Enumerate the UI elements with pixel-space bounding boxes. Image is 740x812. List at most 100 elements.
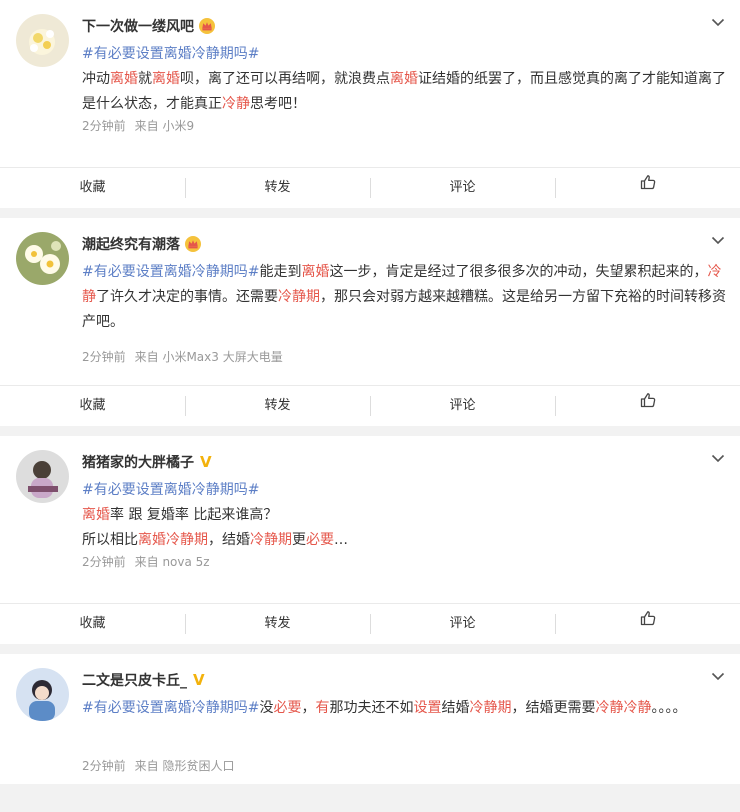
collect-button[interactable]: 收藏 [0, 168, 185, 208]
repost-button[interactable]: 转发 [185, 604, 370, 644]
text-segment: ，结婚更需要 [511, 700, 596, 716]
text-segment: 所以相比 [82, 532, 138, 548]
post-time: 2分钟前 [82, 555, 126, 569]
avatar[interactable] [16, 14, 69, 67]
topic-link[interactable]: #有必要设置离婚冷静期吗# [82, 700, 259, 716]
text-segment: 。。。。 [651, 700, 687, 716]
user-name[interactable]: 猪猪家的大胖橘子 [82, 452, 194, 472]
user-name[interactable]: 潮起终究有潮落 [82, 234, 180, 254]
name-row: 潮起终究有潮落 [82, 234, 201, 254]
weibo-post: 二文是只皮卡丘_ V #有必要设置离婚冷静期吗#没必要，有那功夫还不如设置结婚冷静期… [0, 654, 740, 784]
text-segment: 这一步，肯定是经过了很多很多次的冲动，失望累积起来的， [329, 264, 708, 280]
post-meta: 2分钟前 来自 nova 5z [82, 553, 210, 570]
post-body: 潮起终究有潮落 #有必要设置离婚冷静期吗#能走到离婚这一步，肯定是经过了很多很多次… [0, 218, 740, 385]
user-name[interactable]: 下一次做一缕风吧 [82, 16, 194, 36]
post-meta: 2分钟前 来自 隐形贫困人口 [82, 757, 234, 774]
post-time: 2分钟前 [82, 759, 126, 773]
like-button[interactable] [555, 604, 740, 644]
keyword-highlight: 离婚 [82, 507, 110, 523]
weibo-post: 潮起终究有潮落 #有必要设置离婚冷静期吗#能走到离婚这一步，肯定是经过了很多很多次… [0, 218, 740, 426]
post-source: 来自 nova 5z [134, 555, 210, 569]
keyword-highlight: 离婚 [390, 71, 418, 87]
keyword-highlight: 离婚冷静期 [138, 532, 208, 548]
action-bar: 收藏 转发 评论 [0, 385, 740, 426]
repost-button[interactable]: 转发 [185, 168, 370, 208]
name-row: 猪猪家的大胖橘子 V [82, 452, 212, 472]
keyword-highlight: 冷静期 [250, 532, 292, 548]
text-segment: 能走到 [259, 264, 302, 280]
post-meta: 2分钟前 来自 小米9 [82, 117, 194, 134]
weibo-post: 猪猪家的大胖橘子 V #有必要设置离婚冷静期吗# 离婚率 跟 复婚率 比起来谁高？ 所以… [0, 436, 740, 644]
post-body: 下一次做一缕风吧 #有必要设置离婚冷静期吗# 冲动离婚就离婚呗，离了还可以再结啊，就… [0, 0, 740, 167]
thumbs-up-icon [639, 168, 657, 208]
keyword-highlight: 有 [315, 700, 330, 716]
text-segment: 呗，离了还可以再结啊，就浪费点 [180, 71, 390, 87]
keyword-highlight: 必要 [306, 532, 334, 548]
thumbs-up-icon [639, 386, 657, 426]
text-paragraph: #有必要设置离婚冷静期吗#能走到离婚这一步，肯定是经过了很多很多次的冲动，失望累… [82, 260, 726, 335]
chevron-down-icon[interactable] [710, 232, 726, 248]
text-segment: 率 跟 复婚率 比起来谁高？ [110, 507, 278, 523]
post-time: 2分钟前 [82, 119, 126, 133]
avatar[interactable] [16, 450, 69, 503]
keyword-highlight: 冷静期 [278, 289, 320, 305]
comment-button[interactable]: 评论 [370, 604, 555, 644]
keyword-highlight: 离婚 [110, 71, 138, 87]
text-segment: 了许久才决定的事情。还需要 [96, 289, 278, 305]
topic-link[interactable]: #有必要设置离婚冷静期吗# [82, 264, 259, 280]
chevron-down-icon[interactable] [710, 668, 726, 684]
name-row: 二文是只皮卡丘_ V [82, 670, 205, 690]
thumbs-up-icon [639, 604, 657, 644]
avatar[interactable] [16, 668, 69, 721]
action-bar: 收藏 转发 评论 [0, 167, 740, 208]
keyword-highlight: 设置 [413, 700, 442, 716]
avatar[interactable] [16, 232, 69, 285]
text-segment: 没 [259, 700, 274, 716]
crown-icon [199, 18, 215, 34]
text-segment: 思考吧！ [250, 96, 306, 112]
post-text: #有必要设置离婚冷静期吗#能走到离婚这一步，肯定是经过了很多很多次的冲动，失望累… [82, 260, 726, 335]
topic-link[interactable]: #有必要设置离婚冷静期吗# [82, 46, 259, 62]
text-line: #有必要设置离婚冷静期吗# [82, 478, 726, 503]
post-body: 猪猪家的大胖橘子 V #有必要设置离婚冷静期吗# 离婚率 跟 复婚率 比起来谁高？ 所以… [0, 436, 740, 603]
crown-icon [185, 236, 201, 252]
text-line: 离婚率 跟 复婚率 比起来谁高？ [82, 503, 726, 528]
collect-button[interactable]: 收藏 [0, 604, 185, 644]
action-bar: 收藏 转发 评论 [0, 603, 740, 644]
post-source: 来自 小米Max3 大屏大电量 [134, 350, 283, 364]
repost-button[interactable]: 转发 [185, 386, 370, 426]
comment-button[interactable]: 评论 [370, 386, 555, 426]
chevron-down-icon[interactable] [710, 450, 726, 466]
text-segment: … [334, 532, 348, 548]
text-segment: 就 [138, 71, 152, 87]
keyword-highlight: 必要 [273, 700, 302, 716]
post-time: 2分钟前 [82, 350, 126, 364]
post-text: #有必要设置离婚冷静期吗# 离婚率 跟 复婚率 比起来谁高？ 所以相比离婚冷静期，结… [82, 478, 726, 553]
post-text: #有必要设置离婚冷静期吗# 冲动离婚就离婚呗，离了还可以再结啊，就浪费点离婚证结婚… [82, 42, 726, 117]
name-row: 下一次做一缕风吧 [82, 16, 215, 36]
weibo-post: 下一次做一缕风吧 #有必要设置离婚冷静期吗# 冲动离婚就离婚呗，离了还可以再结啊，就… [0, 0, 740, 208]
text-segment: 结婚 [441, 700, 470, 716]
text-segment: 更 [292, 532, 306, 548]
text-paragraph: #有必要设置离婚冷静期吗#没必要，有那功夫还不如设置结婚冷静期，结婚更需要冷静冷… [82, 696, 726, 721]
chevron-down-icon[interactable] [710, 14, 726, 30]
like-button[interactable] [555, 386, 740, 426]
post-source: 来自 隐形贫困人口 [134, 759, 235, 773]
text-segment: ， [301, 700, 316, 716]
like-button[interactable] [555, 168, 740, 208]
post-body: 二文是只皮卡丘_ V #有必要设置离婚冷静期吗#没必要，有那功夫还不如设置结婚冷静期… [0, 654, 740, 784]
weibo-feed: 下一次做一缕风吧 #有必要设置离婚冷静期吗# 冲动离婚就离婚呗，离了还可以再结啊，就… [0, 0, 740, 784]
user-name[interactable]: 二文是只皮卡丘_ [82, 670, 187, 690]
text-paragraph: #有必要设置离婚冷静期吗# 冲动离婚就离婚呗，离了还可以再结啊，就浪费点离婚证结婚… [82, 42, 726, 117]
comment-button[interactable]: 评论 [370, 168, 555, 208]
topic-link[interactable]: #有必要设置离婚冷静期吗# [82, 482, 259, 498]
text-segment: ，结婚 [208, 532, 250, 548]
post-source: 来自 小米9 [134, 119, 195, 133]
keyword-highlight: 冷静冷静 [595, 700, 652, 716]
verified-v-icon: V [193, 671, 205, 689]
keyword-highlight: 冷静 [222, 96, 250, 112]
keyword-highlight: 离婚 [152, 71, 180, 87]
collect-button[interactable]: 收藏 [0, 386, 185, 426]
text-segment: 冲动 [82, 71, 110, 87]
verified-v-icon: V [200, 453, 212, 471]
